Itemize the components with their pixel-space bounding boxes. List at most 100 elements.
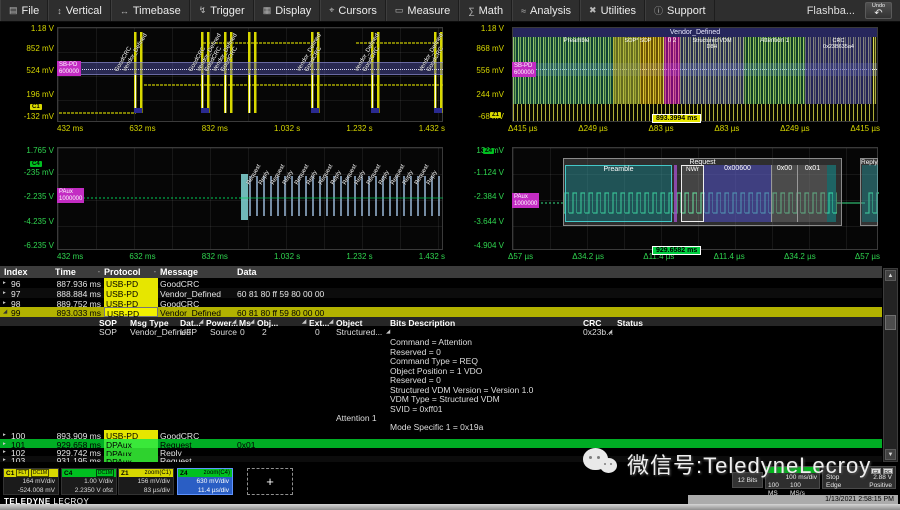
add-trace-button[interactable]: + bbox=[247, 468, 293, 495]
table-row[interactable]: ▸ 102 929.742 ms DPAux Reply bbox=[0, 448, 882, 456]
scrollbar-thumb[interactable] bbox=[885, 315, 896, 330]
segment-msgid[interactable]: 0 2 bbox=[664, 37, 680, 104]
undo-button[interactable]: Undo ↶ bbox=[865, 2, 892, 19]
c4-header: C4 DC1M bbox=[62, 469, 116, 477]
expand-icon[interactable]: ▸ bbox=[3, 300, 6, 306]
table-row[interactable]: ▸ 96 887.936 ms USB-PD GoodCRC bbox=[0, 278, 882, 288]
br-segment-data1[interactable]: 0x01 bbox=[797, 165, 827, 222]
menu-spacer bbox=[715, 0, 807, 21]
expand-icon[interactable]: ▸ bbox=[3, 441, 6, 447]
segment-attention[interactable]: Attention 1 bbox=[744, 37, 805, 104]
tr-y-tick: 1.18 V bbox=[452, 24, 504, 33]
bl-y-tick: 1.765 V bbox=[2, 146, 54, 155]
scroll-up-button[interactable]: ▲ bbox=[885, 270, 896, 281]
x-tick: Δ249 µs bbox=[780, 124, 810, 133]
trigger-mode: Stop bbox=[826, 474, 839, 482]
zoom-box-z4-selected[interactable]: Z4 zoom(C4) 630 mV/div 11.4 µs/div bbox=[177, 468, 233, 495]
tr-y-tick: 244 mV bbox=[452, 90, 504, 99]
tri-icon[interactable]: ◢ bbox=[386, 329, 390, 335]
z1-decode-header[interactable]: Vendor_Defined bbox=[513, 28, 877, 37]
segment-vdm[interactable]: Structured VDM D8H bbox=[680, 37, 744, 104]
menu-label: Trigger bbox=[210, 5, 244, 17]
trigger-box[interactable]: C2 DC Stop 2.88 V Edge Positive bbox=[822, 466, 896, 489]
menu-item-analysis[interactable]: ≈Analysis bbox=[512, 0, 580, 21]
menu-item-utilities[interactable]: ✖Utilities bbox=[580, 0, 645, 21]
protocol-table: Index Time - Protocol - Message Data ▸ 9… bbox=[0, 266, 882, 462]
menu-label: Timebase bbox=[133, 5, 181, 17]
segment-sop[interactable]: SOP* SOP bbox=[613, 37, 663, 104]
table-row[interactable]: ▸ 98 889.752 ms USB-PD GoodCRC bbox=[0, 298, 882, 307]
menu-item-measure[interactable]: ▭Measure bbox=[386, 0, 459, 21]
table-row[interactable]: ▸ 103 931.195 ms DPAux Request bbox=[0, 456, 882, 462]
table-row[interactable]: ▸ 100 893.909 ms USB-PD GoodCRC bbox=[0, 430, 882, 439]
table-scrollbar[interactable]: ▲ ▼ bbox=[883, 268, 898, 462]
menu-item-timebase[interactable]: ↔Timebase bbox=[111, 0, 190, 21]
vertical-icon: ↕ bbox=[57, 6, 62, 16]
menu-label: Math bbox=[479, 5, 503, 17]
x-tick: Δ415 µs bbox=[508, 124, 538, 133]
x-tick: Δ415 µs bbox=[850, 124, 880, 133]
timebase-box[interactable]: 100 ms/div 100 MS 100 MS/s bbox=[765, 466, 820, 489]
c4-vdiv: 1.00 V/div bbox=[62, 477, 116, 486]
x-tick: 432 ms bbox=[57, 252, 83, 261]
col-message[interactable]: Message bbox=[160, 267, 198, 277]
br-segment-data0[interactable]: 0x00 bbox=[771, 165, 797, 222]
z4-header: Z4 zoom(C4) bbox=[178, 469, 232, 477]
channel-box-c4[interactable]: C4 DC1M 1.00 V/div 2.2350 V ofst bbox=[61, 468, 117, 495]
support-icon: ⓘ bbox=[654, 4, 663, 17]
expand-icon[interactable]: ▸ bbox=[3, 290, 6, 296]
z1-bus-label[interactable]: SB-PD 600000 bbox=[512, 62, 536, 77]
grid-c4-dpaux[interactable] bbox=[57, 147, 443, 250]
timebase-tdiv: 100 ms/div bbox=[766, 473, 819, 482]
menu-item-file[interactable]: ▤File bbox=[0, 0, 48, 21]
br-segment-nwr[interactable]: NWr bbox=[681, 165, 704, 222]
expand-icon[interactable]: ▸ bbox=[3, 449, 6, 455]
flashback-label[interactable]: Flashba... bbox=[807, 5, 855, 17]
zoom-box-z1[interactable]: Z1 zoom(C1) 156 mV/div 83 µs/div bbox=[118, 468, 174, 495]
segment-crc[interactable]: CRC 0x23B635a4 bbox=[805, 37, 872, 104]
bl-y-tick: -235 mV bbox=[2, 168, 54, 177]
expand-icon[interactable]: ▸ bbox=[3, 280, 6, 286]
tl-y-tick: 524 mV bbox=[2, 66, 54, 75]
menu-item-trigger[interactable]: ↯Trigger bbox=[190, 0, 254, 21]
channel-box-c1[interactable]: C1 FLT DC1M 164 mV/div -524.008 mV bbox=[3, 468, 59, 495]
scroll-down-button[interactable]: ▼ bbox=[885, 449, 896, 460]
x-tick: Δ34.2 µs bbox=[784, 252, 816, 261]
col-data[interactable]: Data bbox=[237, 267, 257, 277]
expand-icon[interactable]: ▸ bbox=[3, 457, 6, 462]
menu-item-cursors[interactable]: ⌖Cursors bbox=[320, 0, 386, 21]
menu-item-display[interactable]: ▦Display bbox=[254, 0, 321, 21]
bits-row: Command = Attention bbox=[0, 336, 882, 346]
detail-value-row: SOP Vendor_Defined UFP Source 0 2 0 Stru… bbox=[0, 326, 882, 336]
trigger-icon: ↯ bbox=[199, 5, 207, 16]
table-row-selected[interactable]: ▸ 101 929.658 ms DPAux Request 0x01 bbox=[0, 439, 882, 448]
menu-item-support[interactable]: ⓘSupport bbox=[645, 0, 715, 21]
trigger-type: Edge bbox=[826, 482, 841, 490]
z4-bus-label[interactable]: PAux 1000000 bbox=[512, 193, 539, 208]
col-protocol[interactable]: Protocol bbox=[104, 267, 141, 277]
collapse-icon[interactable]: ◢ bbox=[3, 309, 7, 315]
menu-item-math[interactable]: ∑Math bbox=[459, 0, 512, 21]
table-row[interactable]: ▸ 97 888.884 ms USB-PD Vendor_Defined 60… bbox=[0, 288, 882, 298]
menu-item-vertical[interactable]: ↕Vertical bbox=[48, 0, 111, 21]
object2-row: Attention 1 bbox=[0, 412, 882, 421]
tl-y-tick: 852 mV bbox=[2, 44, 54, 53]
br-segment-preamble[interactable]: Preamble bbox=[565, 165, 672, 222]
c1-waveform bbox=[58, 28, 444, 123]
z4-vdiv: 630 mV/div bbox=[178, 477, 232, 486]
bl-y-tick: -4.235 V bbox=[2, 217, 54, 226]
x-tick: Δ57 µs bbox=[855, 252, 880, 261]
br-segment-address[interactable]: 0x00600 bbox=[704, 165, 771, 222]
expand-icon[interactable]: ▸ bbox=[3, 432, 6, 438]
table-row-selected[interactable]: ◢ 99 893.033 ms USB-PD Vendor_Defined 60… bbox=[0, 307, 882, 317]
usbpd-bus-label[interactable]: SB-PD 600000 bbox=[57, 61, 81, 76]
x-tick: 1.432 s bbox=[419, 252, 445, 261]
col-index[interactable]: Index bbox=[4, 267, 28, 277]
oscilloscope-app: ▤File ↕Vertical ↔Timebase ↯Trigger ▦Disp… bbox=[0, 0, 900, 510]
tri-icon[interactable]: ◢ bbox=[608, 329, 612, 335]
dpaux-bus-label[interactable]: PAux 1000000 bbox=[57, 188, 84, 203]
x-tick: 632 ms bbox=[129, 252, 155, 261]
col-time[interactable]: Time bbox=[55, 267, 76, 277]
bus-rate: 1000000 bbox=[514, 201, 537, 208]
adc-bits-box[interactable]: 12 Bits bbox=[732, 472, 763, 488]
